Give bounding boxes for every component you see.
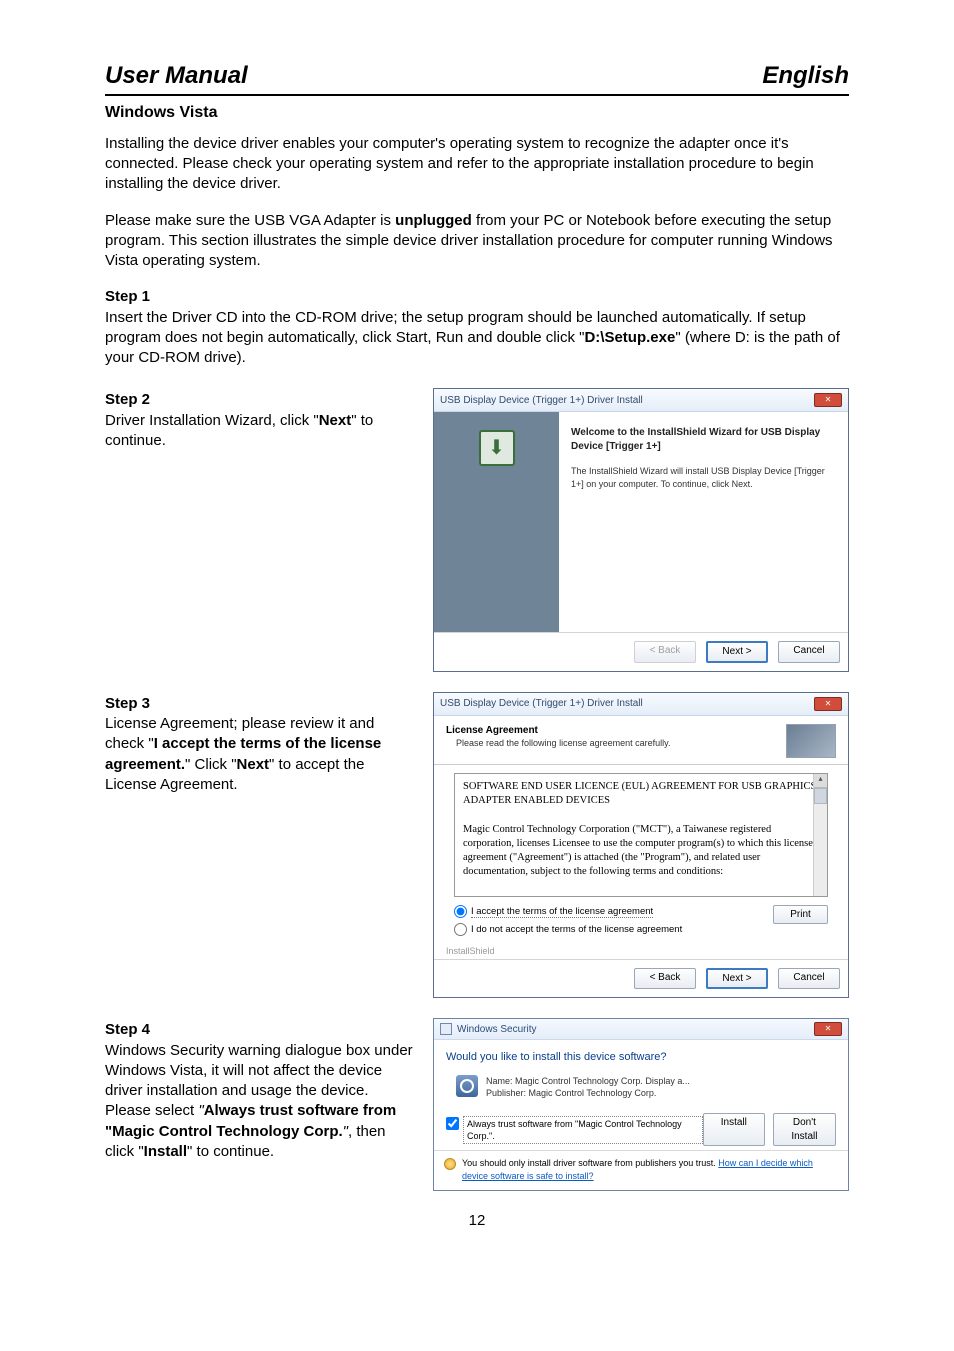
step-3-text: License Agreement; please review it and … xyxy=(105,714,415,795)
driver-name: Name: Magic Control Technology Corp. Dis… xyxy=(486,1075,690,1087)
s3c: " Click " xyxy=(185,756,236,773)
window-icon xyxy=(440,1023,452,1035)
license-agreement-dialog: USB Display Device (Trigger 1+) Driver I… xyxy=(433,692,849,998)
install-wizard-dialog: USB Display Device (Trigger 1+) Driver I… xyxy=(433,388,849,672)
accept-text: I accept the terms of the license agreem… xyxy=(471,906,653,918)
welcome-text: Welcome to the InstallShield Wizard for … xyxy=(571,426,836,453)
back-button[interactable]: < Back xyxy=(634,968,696,990)
license-paragraph: Magic Control Technology Corporation ("M… xyxy=(463,823,819,880)
para2-b-bold: unplugged xyxy=(395,212,472,229)
license-header-text: License Agreement Please read the follow… xyxy=(446,724,670,758)
dialog-titlebar: USB Display Device (Trigger 1+) Driver I… xyxy=(434,389,848,412)
page-number: 12 xyxy=(105,1211,849,1231)
header-title-left: User Manual xyxy=(105,60,248,92)
scrollbar[interactable]: ▴ xyxy=(813,774,827,896)
step-1-block: Step 1 Insert the Driver CD into the CD-… xyxy=(105,287,849,368)
print-button[interactable]: Print xyxy=(773,905,828,925)
step-2-label: Step 2 xyxy=(105,390,415,410)
step-1-label: Step 1 xyxy=(105,287,849,307)
s3d-bold: Next xyxy=(237,756,270,773)
close-icon[interactable]: ✕ xyxy=(814,393,842,407)
ws-title-wrap: Windows Security xyxy=(440,1023,536,1037)
step-4-block: Step 4 Windows Security warning dialogue… xyxy=(105,1018,849,1190)
close-icon[interactable]: ✕ xyxy=(814,697,842,711)
installer-icon: ⬇ xyxy=(479,430,515,466)
document-header: User Manual English xyxy=(105,60,849,92)
dialog-content: Welcome to the InstallShield Wizard for … xyxy=(559,412,848,632)
license-subtitle: Please read the following license agreem… xyxy=(456,737,670,749)
scroll-thumb[interactable] xyxy=(814,788,827,804)
trust-checkbox-row[interactable]: Always trust software from "Magic Contro… xyxy=(446,1116,703,1144)
license-radios: I accept the terms of the license agreem… xyxy=(454,905,682,941)
dont-install-button[interactable]: Don't Install xyxy=(773,1113,836,1146)
dialog-titlebar: Windows Security ✕ xyxy=(434,1019,848,1040)
windows-security-dialog: Windows Security ✕ Would you like to ins… xyxy=(433,1018,849,1190)
header-rule xyxy=(105,94,849,96)
dialog-sidebar: ⬇ xyxy=(434,412,559,632)
license-title: License Agreement xyxy=(446,724,670,738)
scroll-up-icon[interactable]: ▴ xyxy=(814,774,827,788)
installshield-label: InstallShield xyxy=(434,945,848,959)
accept-radio-label[interactable]: I accept the terms of the license agreem… xyxy=(454,905,682,919)
dialog-title-text: USB Display Device (Trigger 1+) Driver I… xyxy=(440,394,643,408)
dialog-titlebar: USB Display Device (Trigger 1+) Driver I… xyxy=(434,693,848,716)
section-title: Windows Vista xyxy=(105,102,849,124)
accept-radio[interactable] xyxy=(454,905,467,918)
driver-info-row: Name: Magic Control Technology Corp. Dis… xyxy=(456,1075,836,1099)
s4g: " to continue. xyxy=(187,1143,274,1160)
security-options-row: Always trust software from "Magic Contro… xyxy=(446,1113,836,1146)
step-2-text: Driver Installation Wizard, click "Next"… xyxy=(105,411,415,452)
close-icon[interactable]: ✕ xyxy=(814,1022,842,1036)
install-button[interactable]: Install xyxy=(703,1113,765,1146)
step-4-label: Step 4 xyxy=(105,1020,415,1040)
dialog-body: ⬇ Welcome to the InstallShield Wizard fo… xyxy=(434,412,848,632)
dialog-title-text: Windows Security xyxy=(457,1024,536,1035)
trust-label: Always trust software from "Magic Contro… xyxy=(463,1116,703,1144)
shield-icon xyxy=(444,1158,456,1170)
step-3-block: Step 3 License Agreement; please review … xyxy=(105,692,849,998)
intro-paragraph-1: Installing the device driver enables you… xyxy=(105,134,849,195)
dialog-title-text: USB Display Device (Trigger 1+) Driver I… xyxy=(440,697,643,711)
dialog-footer: < Back Next > Cancel xyxy=(434,959,848,998)
license-heading: SOFTWARE END USER LICENCE (EUL) AGREEMEN… xyxy=(463,780,819,808)
security-footer-note: You should only install driver software … xyxy=(434,1150,848,1189)
driver-publisher: Publisher: Magic Control Technology Corp… xyxy=(486,1087,690,1099)
disk-icon xyxy=(456,1075,478,1097)
note-a: You should only install driver software … xyxy=(462,1158,718,1168)
step-2-block: Step 2 Driver Installation Wizard, click… xyxy=(105,388,849,672)
header-title-right: English xyxy=(762,60,849,92)
license-header-image xyxy=(786,724,836,758)
cancel-button[interactable]: Cancel xyxy=(778,968,840,990)
license-text-box[interactable]: SOFTWARE END USER LICENCE (EUL) AGREEMEN… xyxy=(454,773,828,897)
driver-info-text: Name: Magic Control Technology Corp. Dis… xyxy=(486,1075,690,1099)
trust-checkbox[interactable] xyxy=(446,1117,459,1130)
step-3-label: Step 3 xyxy=(105,694,415,714)
para2-a: Please make sure the USB VGA Adapter is xyxy=(105,212,395,229)
s1b-bold: D:\Setup.exe xyxy=(584,329,675,346)
welcome-desc: The InstallShield Wizard will install US… xyxy=(571,465,836,489)
reject-radio-label[interactable]: I do not accept the terms of the license… xyxy=(454,923,682,937)
back-button: < Back xyxy=(634,641,696,663)
next-button[interactable]: Next > xyxy=(706,641,768,663)
s2a: Driver Installation Wizard, click " xyxy=(105,412,319,429)
step-4-text: Windows Security warning dialogue box un… xyxy=(105,1041,415,1163)
step-1-text: Insert the Driver CD into the CD-ROM dri… xyxy=(105,308,849,369)
cancel-button[interactable]: Cancel xyxy=(778,641,840,663)
reject-text: I do not accept the terms of the license… xyxy=(471,924,682,935)
dialog-footer: < Back Next > Cancel xyxy=(434,632,848,671)
security-question: Would you like to install this device so… xyxy=(446,1050,836,1065)
license-body: SOFTWARE END USER LICENCE (EUL) AGREEMEN… xyxy=(434,765,848,945)
license-options-row: I accept the terms of the license agreem… xyxy=(454,905,828,941)
s4f-bold: Install xyxy=(144,1143,187,1160)
intro-paragraph-2: Please make sure the USB VGA Adapter is … xyxy=(105,211,849,272)
license-header: License Agreement Please read the follow… xyxy=(434,716,848,765)
security-buttons: Install Don't Install xyxy=(703,1113,836,1146)
reject-radio[interactable] xyxy=(454,923,467,936)
next-button[interactable]: Next > xyxy=(706,968,768,990)
dialog-body: Would you like to install this device so… xyxy=(434,1040,848,1150)
footer-note-text: You should only install driver software … xyxy=(462,1157,838,1181)
s2b-bold: Next xyxy=(319,412,352,429)
